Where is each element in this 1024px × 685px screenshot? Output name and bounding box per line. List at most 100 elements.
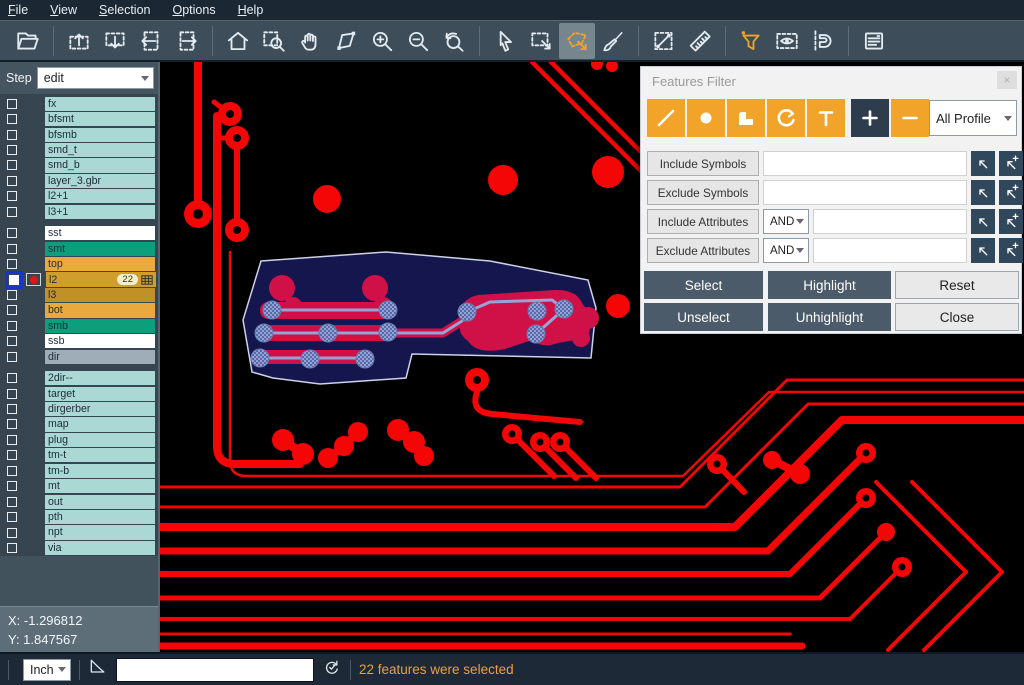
- layer-visibility-checkbox[interactable]: [7, 450, 17, 460]
- pan-hand-button[interactable]: [292, 23, 328, 59]
- exclude-attributes-button[interactable]: Exclude Attributes: [647, 238, 759, 263]
- layer-name[interactable]: plug: [45, 433, 155, 447]
- exclude-attributes-operator-select[interactable]: AND: [763, 238, 809, 263]
- zoom-previous-button[interactable]: [436, 23, 472, 59]
- pick-add-attribute-button[interactable]: [999, 238, 1023, 263]
- layer-visibility-checkbox[interactable]: [7, 543, 17, 553]
- command-input[interactable]: [116, 658, 314, 682]
- layer-name[interactable]: 2dir--: [45, 371, 155, 385]
- layer-visibility-checkbox[interactable]: [7, 497, 17, 507]
- menu-selection[interactable]: Selection: [99, 3, 150, 17]
- unhighlight-button[interactable]: Unhighlight: [768, 303, 891, 331]
- menu-file[interactable]: File: [8, 3, 28, 17]
- layer-name[interactable]: bfsmt: [45, 112, 155, 126]
- close-icon[interactable]: ×: [997, 71, 1017, 89]
- view-area-button[interactable]: [769, 23, 805, 59]
- features-filter-button[interactable]: [733, 23, 769, 59]
- layer-name[interactable]: l222: [46, 272, 156, 286]
- zoom-out-button[interactable]: [400, 23, 436, 59]
- layer-name[interactable]: bfsmb: [45, 128, 155, 142]
- select-polygon-button[interactable]: [559, 23, 595, 59]
- measure-distance-button[interactable]: [646, 23, 682, 59]
- select-button[interactable]: Select: [644, 271, 763, 299]
- layer-name[interactable]: mt: [45, 479, 155, 493]
- layer-visibility-checkbox[interactable]: [7, 305, 17, 315]
- step-select[interactable]: edit: [37, 67, 154, 89]
- corner-tool-button[interactable]: [88, 657, 108, 682]
- layer-visibility-checkbox[interactable]: [7, 176, 17, 186]
- layer-visibility-checkbox[interactable]: [7, 145, 17, 155]
- layer-visibility-checkbox[interactable]: [7, 352, 17, 362]
- layer-name[interactable]: l3: [45, 288, 155, 302]
- open-file-button[interactable]: [10, 23, 46, 59]
- layer-name[interactable]: smd_b: [45, 158, 155, 172]
- include-symbols-input[interactable]: [763, 151, 967, 176]
- select-cursor-button[interactable]: [487, 23, 523, 59]
- layer-visibility-checkbox[interactable]: [7, 228, 17, 238]
- include-attributes-operator-select[interactable]: AND: [763, 209, 809, 234]
- layer-name[interactable]: top: [45, 257, 155, 271]
- pick-add-attribute-button[interactable]: [999, 209, 1023, 234]
- snap-button[interactable]: [805, 23, 841, 59]
- menu-options[interactable]: Options: [172, 3, 215, 17]
- layer-visibility-checkbox[interactable]: [7, 373, 17, 383]
- layer-name[interactable]: smd_t: [45, 143, 155, 157]
- zoom-area-button[interactable]: [256, 23, 292, 59]
- layer-name[interactable]: via: [45, 541, 155, 555]
- layer-name[interactable]: map: [45, 417, 155, 431]
- layer-visibility-checkbox[interactable]: [7, 321, 17, 331]
- include-attributes-input[interactable]: [813, 209, 967, 234]
- layer-name[interactable]: l2+1: [45, 189, 155, 203]
- layer-visibility-checkbox[interactable]: [7, 114, 17, 124]
- layer-active-indicator[interactable]: [26, 273, 41, 286]
- refresh-button[interactable]: [322, 657, 342, 682]
- layer-visibility-checkbox[interactable]: [7, 290, 17, 300]
- layer-name[interactable]: smt: [45, 242, 155, 256]
- exclude-symbols-button[interactable]: Exclude Symbols: [647, 180, 759, 205]
- layer-name[interactable]: npt: [45, 525, 155, 539]
- layer-name[interactable]: target: [45, 387, 155, 401]
- layer-name[interactable]: out: [45, 495, 155, 509]
- layer-name[interactable]: smb: [45, 319, 155, 333]
- layer-name[interactable]: pth: [45, 510, 155, 524]
- pick-add-symbol-button[interactable]: [999, 180, 1023, 205]
- layer-name[interactable]: sst: [45, 226, 155, 240]
- filter-type-arc-button[interactable]: [767, 99, 805, 137]
- layer-name[interactable]: l3+1: [45, 205, 155, 219]
- measure-ruler-button[interactable]: [682, 23, 718, 59]
- move-right-button[interactable]: [169, 23, 205, 59]
- layer-visibility-checkbox[interactable]: [7, 512, 17, 522]
- close-button[interactable]: Close: [895, 303, 1019, 331]
- layer-visibility-checkbox[interactable]: [7, 160, 17, 170]
- layer-visibility-checkbox[interactable]: [7, 404, 17, 414]
- pick-symbol-button[interactable]: [971, 151, 995, 176]
- layer-table-icon[interactable]: [141, 275, 153, 285]
- layer-visibility-checkbox[interactable]: [7, 419, 17, 429]
- layer-name[interactable]: bot: [45, 303, 155, 317]
- layer-visibility-checkbox[interactable]: [7, 466, 17, 476]
- move-down-button[interactable]: [97, 23, 133, 59]
- pick-attribute-button[interactable]: [971, 209, 995, 234]
- layer-visibility-checkbox[interactable]: [9, 275, 19, 285]
- layer-visibility-checkbox[interactable]: [7, 389, 17, 399]
- highlight-button[interactable]: Highlight: [768, 271, 891, 299]
- layers-table-button[interactable]: [856, 23, 892, 59]
- reset-button[interactable]: Reset: [895, 271, 1019, 299]
- profile-select[interactable]: All Profile: [929, 100, 1017, 136]
- pick-attribute-button[interactable]: [971, 238, 995, 263]
- layer-name[interactable]: dir: [45, 350, 155, 364]
- filter-type-line-button[interactable]: [647, 99, 685, 137]
- pick-add-symbol-button[interactable]: [999, 151, 1023, 176]
- move-up-button[interactable]: [61, 23, 97, 59]
- layer-name[interactable]: layer_3.gbr: [45, 174, 155, 188]
- filter-type-pad-button[interactable]: [687, 99, 725, 137]
- include-symbols-button[interactable]: Include Symbols: [647, 151, 759, 176]
- filter-type-text-button[interactable]: [807, 99, 845, 137]
- layer-visibility-checkbox[interactable]: [7, 99, 17, 109]
- layer-name[interactable]: tm-b: [45, 464, 155, 478]
- unselect-button[interactable]: Unselect: [644, 303, 763, 331]
- layer-visibility-checkbox[interactable]: [7, 130, 17, 140]
- layer-name[interactable]: ssb: [45, 334, 155, 348]
- layer-visibility-checkbox[interactable]: [7, 435, 17, 445]
- zoom-in-button[interactable]: [364, 23, 400, 59]
